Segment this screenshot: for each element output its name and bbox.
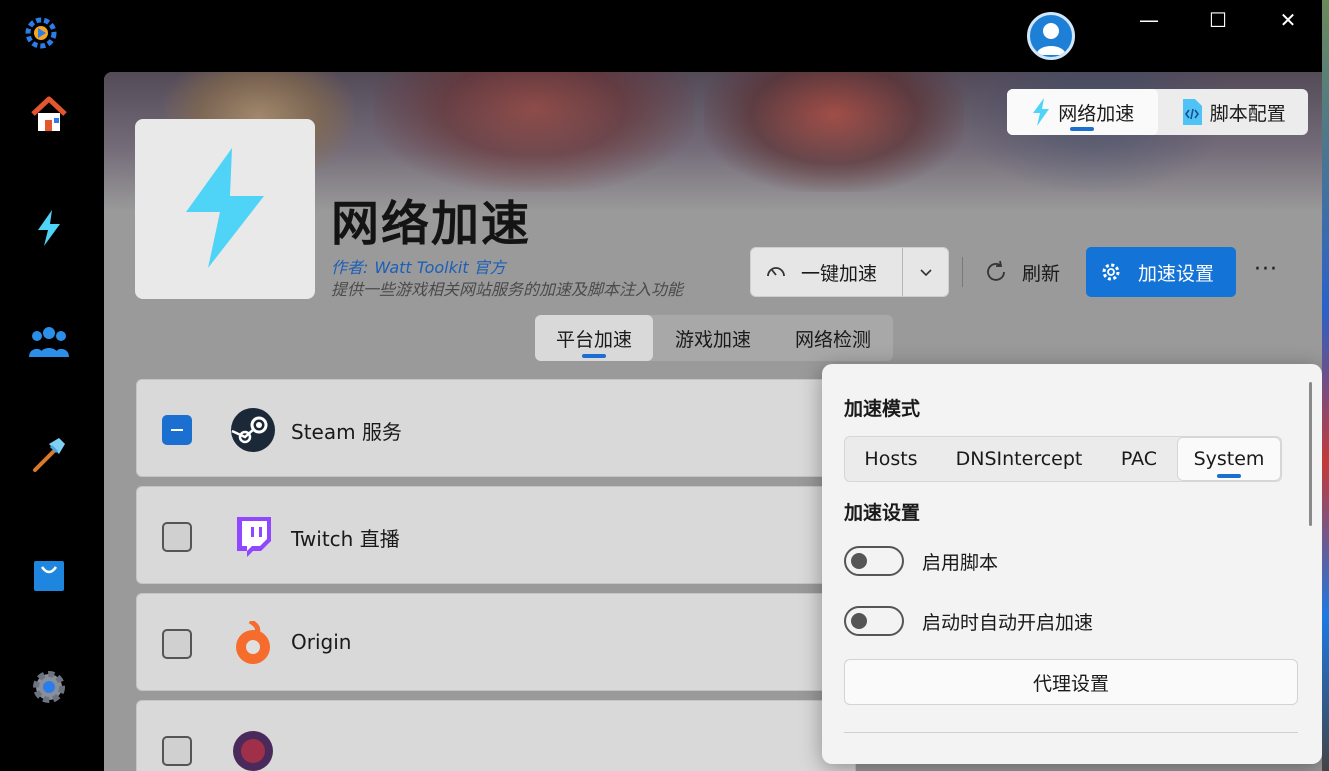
tools-hammer-icon [33, 438, 65, 472]
app-logo-icon [24, 16, 58, 50]
toolbar-divider [962, 257, 963, 287]
header-tabs: 网络加速 脚本配置 [1007, 89, 1308, 135]
speedometer-icon [767, 267, 785, 277]
lightning-icon [186, 148, 264, 268]
nav-settings[interactable] [25, 663, 73, 711]
enable-script-toggle[interactable] [844, 546, 904, 576]
minimize-button[interactable]: — [1114, 0, 1184, 40]
nav-accelerate[interactable] [25, 204, 73, 252]
twitch-icon [230, 514, 276, 560]
tab-game-accelerate[interactable]: 游戏加速 [653, 315, 773, 361]
origin-icon [230, 621, 276, 667]
script-file-icon [1182, 99, 1202, 125]
service-checkbox[interactable] [162, 522, 192, 552]
more-options-button[interactable]: ··· [1254, 257, 1278, 282]
service-checkbox[interactable] [162, 736, 192, 766]
steam-icon [230, 407, 276, 453]
lightning-icon [1033, 98, 1050, 126]
author-label: 作者: [331, 258, 369, 277]
nav-tools[interactable] [25, 430, 73, 478]
mode-heading: 加速模式 [844, 398, 921, 420]
mode-pac[interactable]: PAC [1101, 437, 1177, 481]
list-item[interactable] [136, 700, 856, 771]
mode-system[interactable]: System [1177, 437, 1281, 481]
settings-label: 加速设置 [1138, 262, 1215, 285]
shop-bag-icon [34, 561, 64, 591]
toggle-enable-script: 启用脚本 [844, 546, 998, 576]
accelerate-settings-button[interactable]: 加速设置 [1086, 247, 1236, 297]
refresh-button[interactable]: 刷新 [984, 247, 1060, 297]
flyout-divider [844, 732, 1298, 733]
one-key-accelerate-button[interactable]: 一键加速 [751, 248, 902, 296]
list-item[interactable]: Steam 服务 [136, 379, 856, 477]
user-avatar[interactable] [1027, 12, 1075, 60]
gear-icon [33, 671, 65, 703]
service-name: Twitch 直播 [291, 527, 400, 551]
accelerate-settings-flyout: 加速模式 Hosts DNSIntercept PAC System 加速设置 … [822, 364, 1322, 764]
list-item[interactable]: Twitch 直播 [136, 486, 856, 584]
one-key-accelerate-split-button: 一键加速 [750, 247, 949, 297]
plugin-author: 作者: Watt Toolkit 官方 [331, 254, 506, 278]
maximize-button[interactable]: ☐ [1183, 0, 1253, 40]
background-window-edge [1322, 0, 1329, 771]
close-button[interactable]: ✕ [1253, 0, 1323, 40]
service-name: Steam 服务 [291, 420, 402, 444]
users-icon [29, 327, 69, 357]
plugin-description: 提供一些游戏相关网站服务的加速及脚本注入功能 [331, 280, 684, 299]
nav-accounts[interactable] [25, 317, 73, 365]
lightning-icon [38, 210, 60, 246]
settings-heading: 加速设置 [844, 502, 921, 524]
toggle-label: 启用脚本 [922, 551, 999, 574]
mode-hosts[interactable]: Hosts [845, 437, 937, 481]
author-name[interactable]: Watt Toolkit 官方 [374, 258, 505, 277]
service-checkbox[interactable] [162, 415, 192, 445]
sub-tabs: 平台加速 游戏加速 网络检测 [535, 315, 893, 361]
mode-selector: Hosts DNSIntercept PAC System [844, 436, 1282, 482]
home-icon [31, 96, 67, 131]
service-logo-icon [230, 728, 276, 771]
refresh-icon [987, 260, 1005, 281]
app-window: — ☐ ✕ 网络加速 脚本配置 网络加速 作者: Watt Toolkit 官方… [0, 0, 1329, 771]
chevron-down-icon[interactable] [902, 248, 948, 296]
auto-start-toggle[interactable] [844, 606, 904, 636]
toggle-auto-start: 启动时自动开启加速 [844, 606, 1093, 636]
tab-label: 网络加速 [1058, 102, 1135, 125]
flyout-scrollbar[interactable] [1309, 382, 1312, 526]
refresh-label: 刷新 [1022, 262, 1061, 285]
mode-dnsintercept[interactable]: DNSIntercept [937, 437, 1101, 481]
one-key-label: 一键加速 [801, 262, 878, 285]
nav-shop[interactable] [25, 550, 73, 598]
page-title: 网络加速 [331, 196, 532, 252]
tab-label: 脚本配置 [1209, 102, 1286, 125]
gear-icon [1102, 263, 1120, 281]
tab-platform-accelerate[interactable]: 平台加速 [535, 315, 653, 361]
service-checkbox[interactable] [162, 629, 192, 659]
nav-home[interactable] [25, 90, 73, 138]
plugin-icon [135, 119, 315, 299]
toggle-label: 启动时自动开启加速 [922, 611, 1094, 634]
tab-script-config[interactable]: 脚本配置 [1158, 89, 1309, 135]
tab-network-accelerate[interactable]: 网络加速 [1007, 89, 1158, 135]
list-item[interactable]: Origin [136, 593, 856, 691]
service-name: Origin [291, 630, 352, 654]
proxy-settings-button[interactable]: 代理设置 [844, 659, 1298, 705]
tab-network-check[interactable]: 网络检测 [773, 315, 893, 361]
